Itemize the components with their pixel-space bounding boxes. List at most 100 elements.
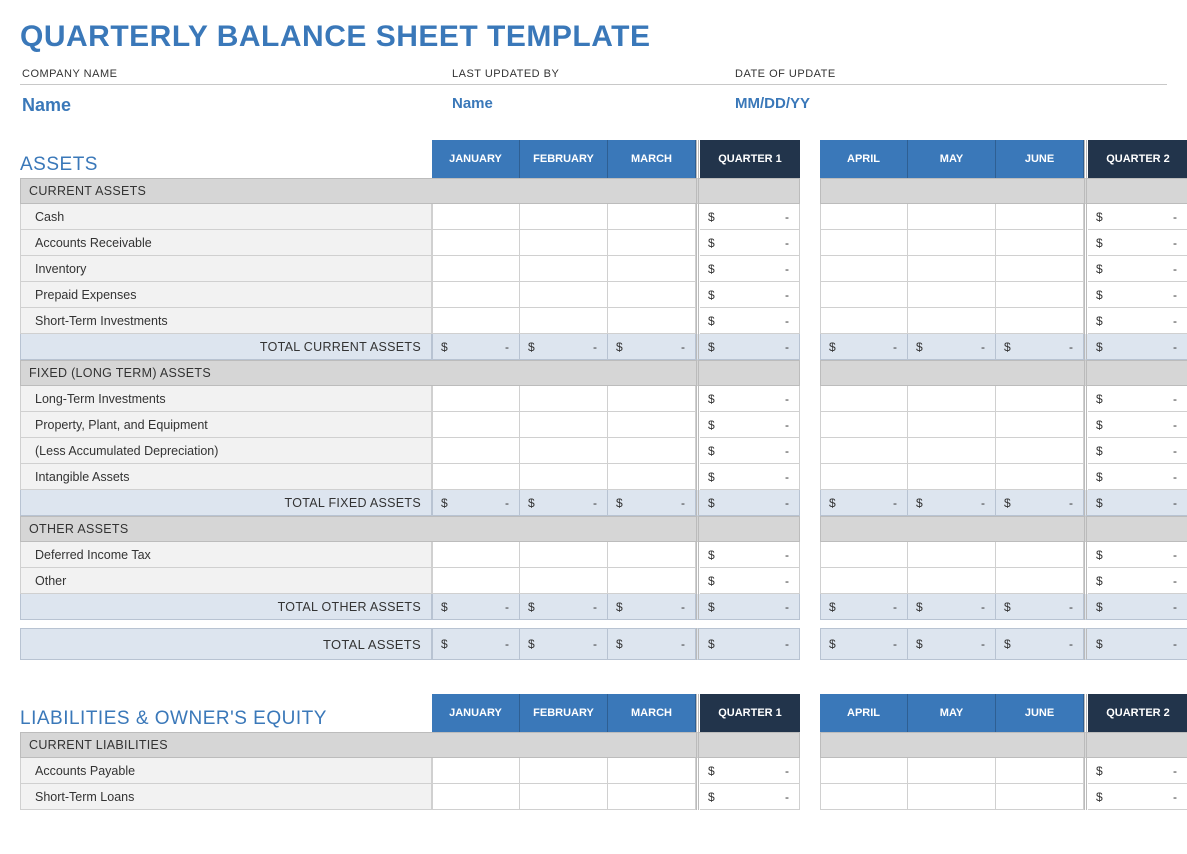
quarter-cell [1088, 438, 1187, 464]
total-cell [996, 628, 1084, 660]
data-cell[interactable] [520, 230, 608, 256]
gap [800, 784, 820, 810]
data-cell[interactable] [820, 464, 908, 490]
data-cell[interactable] [520, 204, 608, 230]
row-label: Short-Term Investments [20, 308, 432, 334]
subheader-fill [1088, 360, 1187, 386]
data-cell[interactable] [432, 308, 520, 334]
data-cell[interactable] [520, 412, 608, 438]
data-cell[interactable] [432, 464, 520, 490]
data-cell[interactable] [908, 542, 996, 568]
data-cell[interactable] [432, 204, 520, 230]
data-cell[interactable] [432, 784, 520, 810]
data-cell[interactable] [908, 204, 996, 230]
data-cell[interactable] [520, 542, 608, 568]
quarter-cell [1088, 464, 1187, 490]
data-cell[interactable] [996, 204, 1084, 230]
gap [800, 308, 820, 334]
data-cell[interactable] [908, 464, 996, 490]
data-cell[interactable] [520, 464, 608, 490]
data-cell[interactable] [520, 758, 608, 784]
data-cell[interactable] [996, 568, 1084, 594]
data-cell[interactable] [908, 256, 996, 282]
subheader-fill [432, 732, 520, 758]
data-cell[interactable] [820, 438, 908, 464]
subheader-fill [608, 178, 696, 204]
data-cell[interactable] [908, 438, 996, 464]
data-cell[interactable] [432, 412, 520, 438]
data-cell[interactable] [520, 256, 608, 282]
company-name-value[interactable]: Name [20, 95, 452, 116]
data-cell[interactable] [432, 230, 520, 256]
data-cell[interactable] [608, 308, 696, 334]
data-cell[interactable] [996, 308, 1084, 334]
data-cell[interactable] [820, 542, 908, 568]
data-cell[interactable] [908, 230, 996, 256]
updated-by-value[interactable]: Name [452, 95, 735, 116]
quarter-cell [1088, 256, 1187, 282]
data-cell[interactable] [908, 282, 996, 308]
data-cell[interactable] [520, 308, 608, 334]
total-cell [1088, 594, 1187, 620]
data-cell[interactable] [432, 386, 520, 412]
data-cell[interactable] [608, 758, 696, 784]
data-cell[interactable] [432, 568, 520, 594]
data-cell[interactable] [820, 412, 908, 438]
data-cell[interactable] [608, 412, 696, 438]
data-cell[interactable] [432, 256, 520, 282]
data-cell[interactable] [908, 308, 996, 334]
data-cell[interactable] [820, 386, 908, 412]
row-label: Cash [20, 204, 432, 230]
data-cell[interactable] [608, 784, 696, 810]
data-cell[interactable] [908, 386, 996, 412]
data-cell[interactable] [608, 464, 696, 490]
data-cell[interactable] [996, 256, 1084, 282]
data-cell[interactable] [996, 438, 1084, 464]
data-cell[interactable] [520, 568, 608, 594]
data-cell[interactable] [820, 230, 908, 256]
subheader-fill [996, 360, 1084, 386]
data-cell[interactable] [608, 542, 696, 568]
data-cell[interactable] [820, 256, 908, 282]
data-cell[interactable] [908, 412, 996, 438]
data-cell[interactable] [608, 568, 696, 594]
total-cell [432, 490, 520, 516]
data-cell[interactable] [820, 282, 908, 308]
data-cell[interactable] [432, 282, 520, 308]
data-cell[interactable] [820, 568, 908, 594]
data-cell[interactable] [520, 386, 608, 412]
data-cell[interactable] [996, 386, 1084, 412]
data-cell[interactable] [820, 784, 908, 810]
data-cell[interactable] [520, 784, 608, 810]
data-cell[interactable] [608, 230, 696, 256]
data-cell[interactable] [432, 542, 520, 568]
data-cell[interactable] [608, 282, 696, 308]
data-cell[interactable] [996, 758, 1084, 784]
data-cell[interactable] [432, 438, 520, 464]
total-cell [520, 594, 608, 620]
data-cell[interactable] [996, 464, 1084, 490]
data-cell[interactable] [996, 784, 1084, 810]
subheader-fill [608, 516, 696, 542]
date-of-update-value[interactable]: MM/DD/YY [735, 95, 1035, 116]
data-cell[interactable] [996, 412, 1084, 438]
quarter-cell [1088, 282, 1187, 308]
data-cell[interactable] [608, 204, 696, 230]
data-cell[interactable] [996, 282, 1084, 308]
data-cell[interactable] [908, 568, 996, 594]
data-cell[interactable] [908, 758, 996, 784]
gap [800, 732, 820, 758]
data-cell[interactable] [820, 758, 908, 784]
data-cell[interactable] [820, 204, 908, 230]
data-cell[interactable] [996, 542, 1084, 568]
data-cell[interactable] [608, 386, 696, 412]
data-cell[interactable] [520, 438, 608, 464]
data-cell[interactable] [608, 256, 696, 282]
data-cell[interactable] [820, 308, 908, 334]
data-cell[interactable] [908, 784, 996, 810]
data-cell[interactable] [432, 758, 520, 784]
data-cell[interactable] [996, 230, 1084, 256]
data-cell[interactable] [608, 438, 696, 464]
data-cell[interactable] [520, 282, 608, 308]
col-april: APRIL [820, 140, 908, 178]
